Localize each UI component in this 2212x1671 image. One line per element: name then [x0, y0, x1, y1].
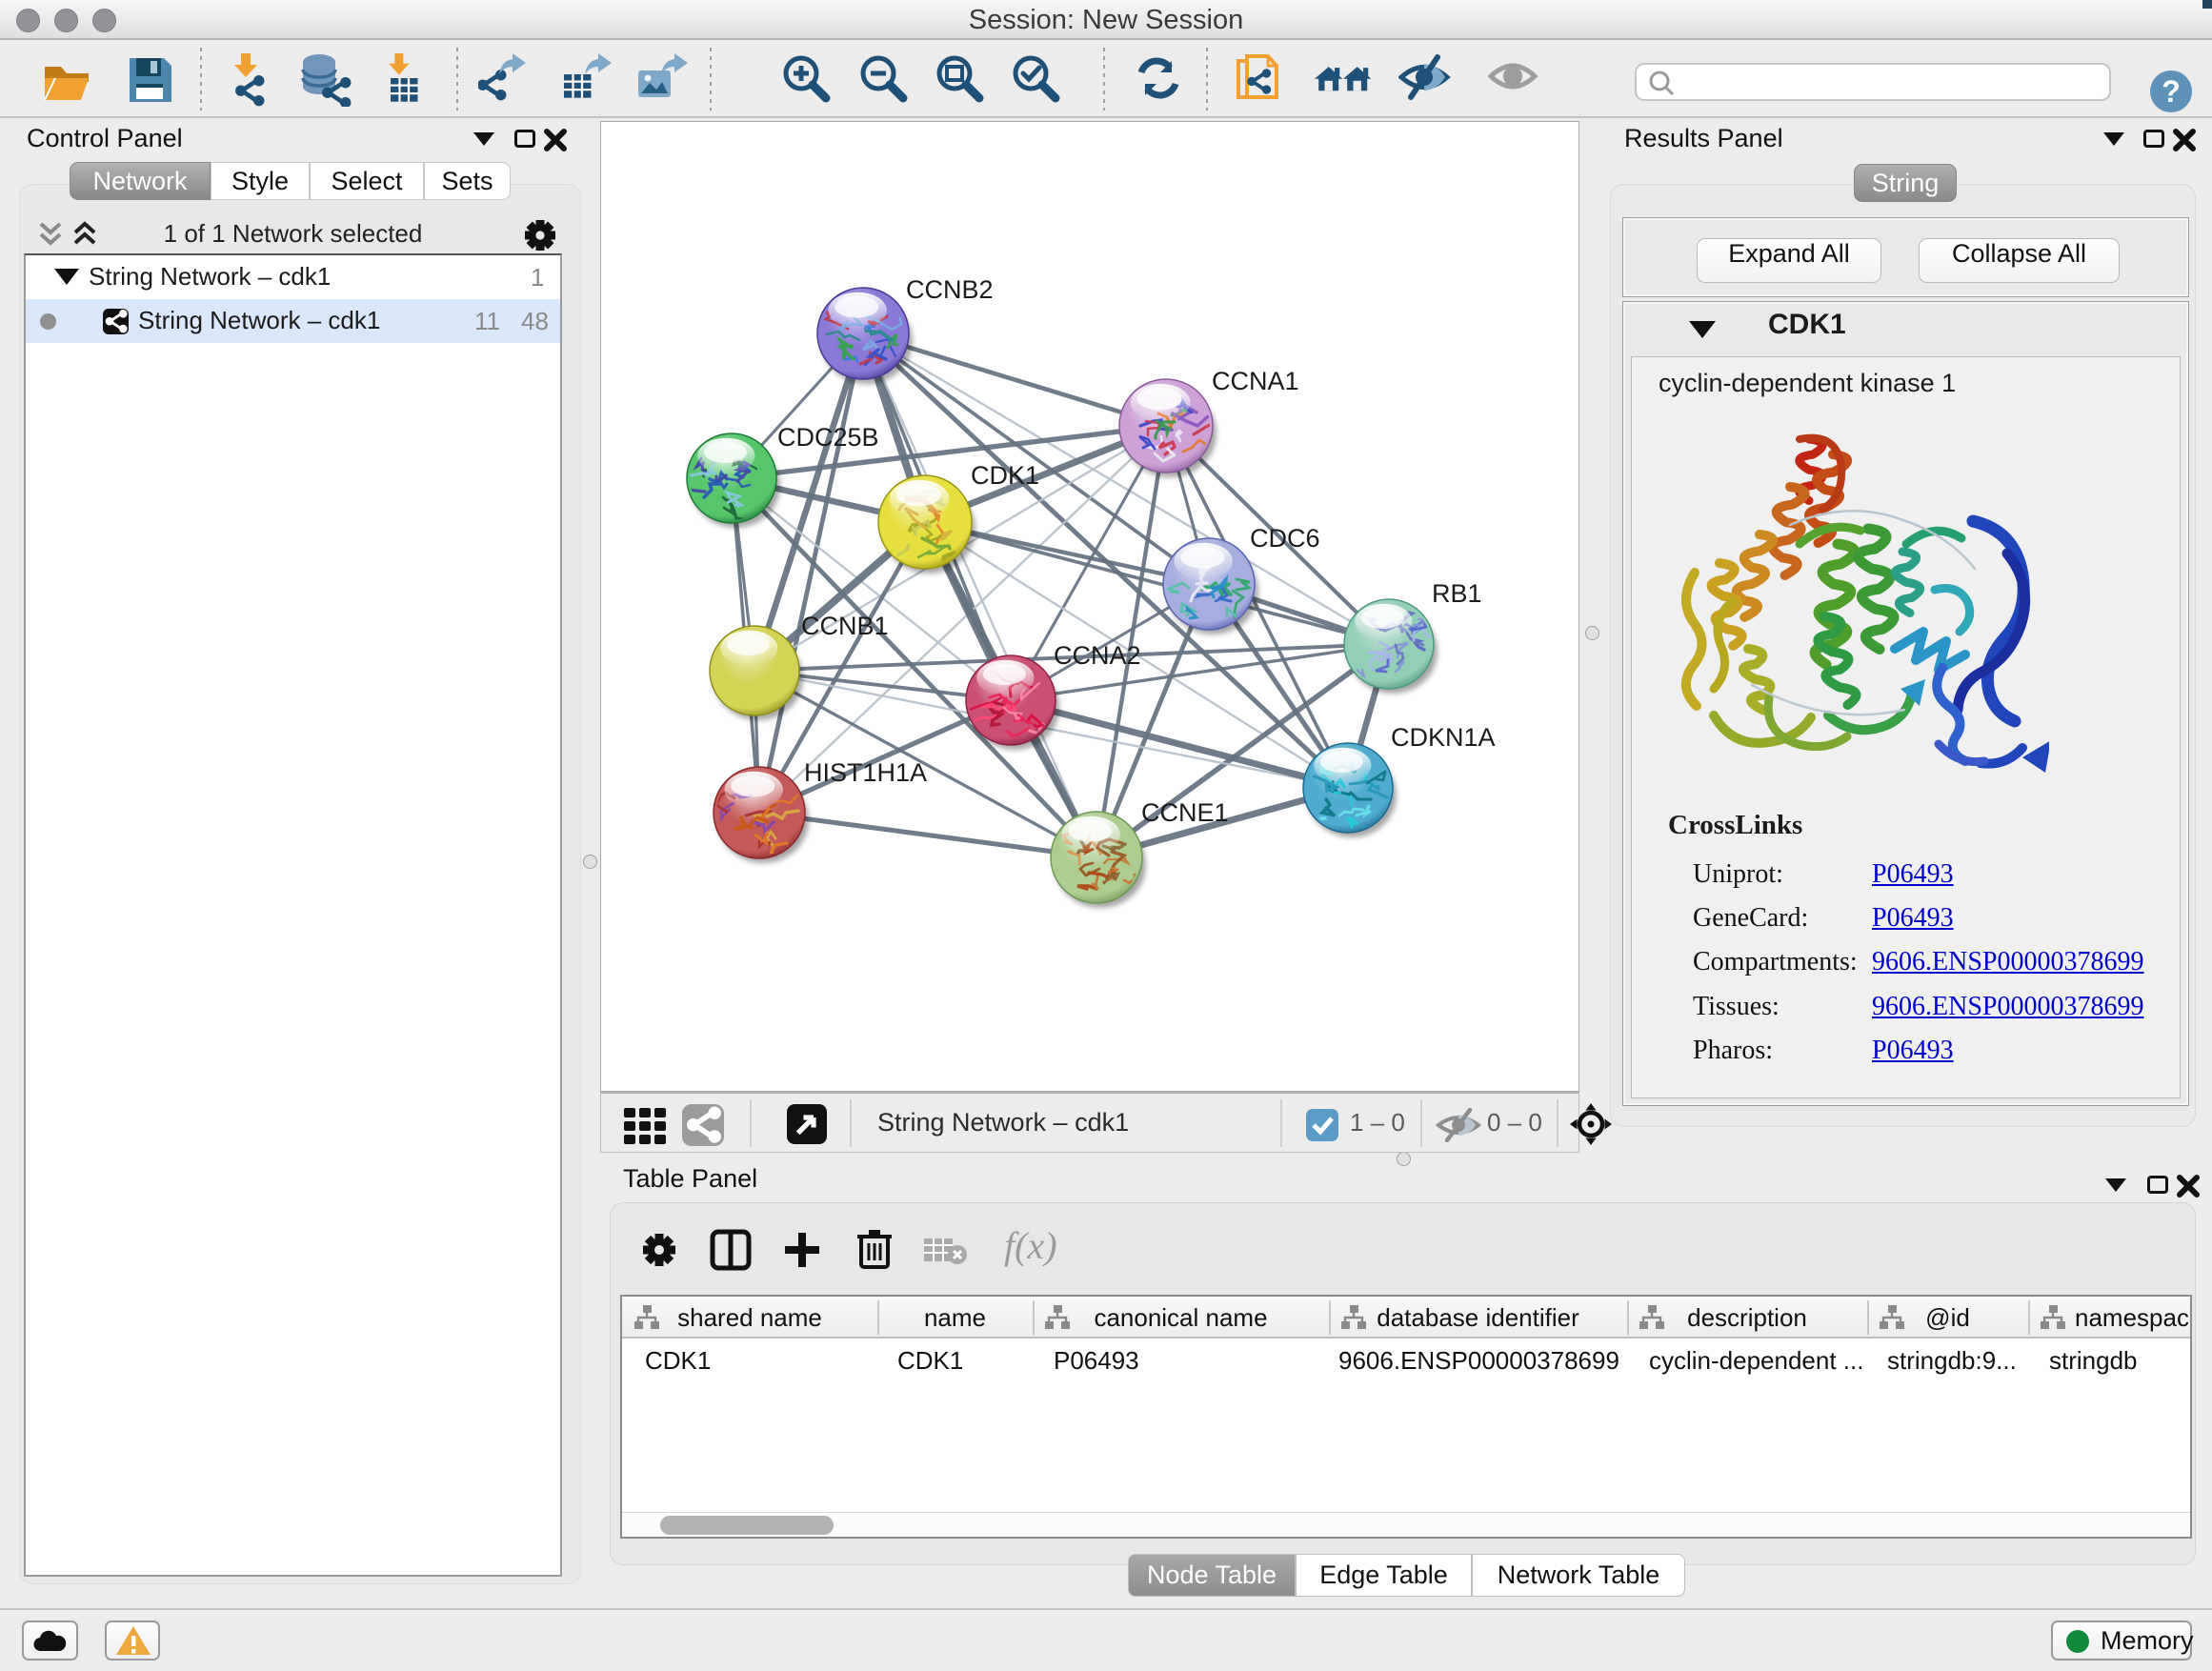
svg-text:CCNB2: CCNB2 [906, 275, 994, 304]
svg-text:CCNE1: CCNE1 [1141, 798, 1229, 827]
svg-text:?: ? [2162, 74, 2181, 109]
svg-text:RB1: RB1 [1432, 579, 1482, 608]
svg-text:CDC6: CDC6 [1250, 524, 1320, 553]
svg-text:CCNA2: CCNA2 [1054, 641, 1141, 670]
svg-text:CDKN1A: CDKN1A [1391, 723, 1496, 752]
svg-text:CDK1: CDK1 [971, 461, 1039, 490]
svg-text:CCNB1: CCNB1 [801, 612, 889, 640]
svg-text:HIST1H1A: HIST1H1A [804, 758, 927, 787]
svg-text:CCNA1: CCNA1 [1212, 367, 1299, 395]
svg-text:CDC25B: CDC25B [777, 423, 879, 452]
